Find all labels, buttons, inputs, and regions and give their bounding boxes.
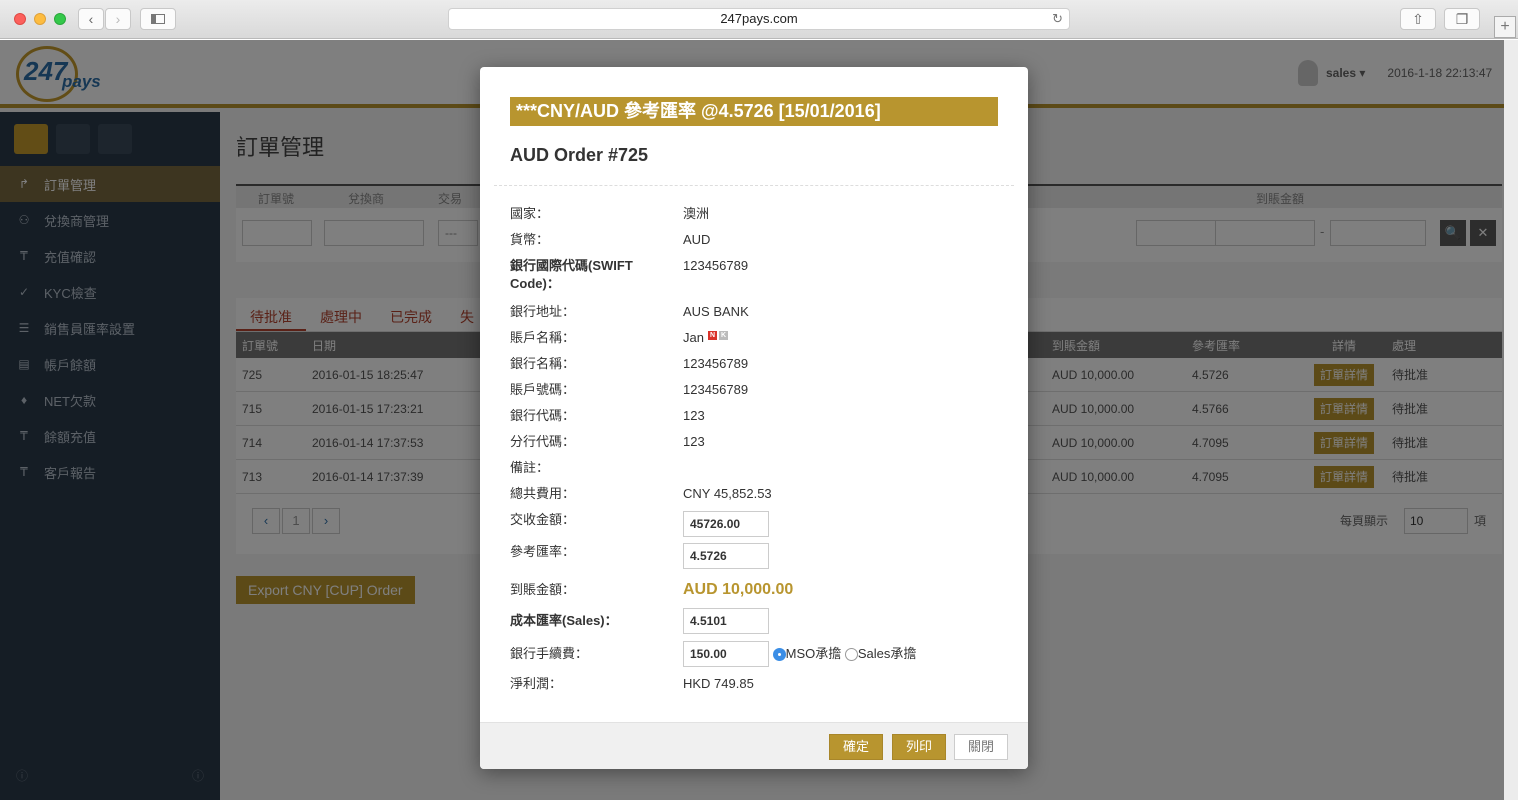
detail-row-credit-amount: 到賬金額： AUD 10,000.00 (510, 575, 1010, 605)
detail-row-bank-code: 銀行代碼： 123 (510, 407, 1010, 433)
detail-row-country: 國家： 澳洲 (510, 205, 1010, 231)
field-label: 銀行地址： (510, 304, 576, 319)
sidebar-toggle-button[interactable] (140, 8, 176, 30)
account-name-text: Jan (683, 330, 704, 345)
radio-sales-label: Sales承擔 (857, 646, 917, 661)
detail-row-bank-address: 銀行地址： AUS BANK (510, 303, 1010, 329)
detail-row-net-profit: 淨利潤： HKD 749.85 (510, 671, 1010, 697)
field-value: 123 (683, 408, 705, 423)
field-label: 淨利潤： (510, 676, 563, 691)
detail-row-cost-rate: 成本匯率(Sales)： 4.5101 (510, 605, 1010, 637)
window-close-button[interactable] (14, 13, 26, 25)
chevron-left-icon: ‹ (88, 11, 94, 27)
detail-row-branch-code: 分行代碼： 123 (510, 433, 1010, 459)
field-label: 成本匯率(Sales)： (510, 613, 618, 628)
credit-amount: AUD 10,000.00 (683, 581, 794, 598)
order-detail-modal: ***CNY/AUD 參考匯率 @4.5726 [15/01/2016] AUD… (480, 67, 1028, 769)
field-value (683, 459, 1010, 485)
detail-row-total-fee: 總共費用： CNY 45,852.53 (510, 485, 1010, 511)
field-value: 123 (683, 434, 705, 449)
field-value: 150.00 MSO承擔 Sales承擔 (683, 641, 1010, 667)
field-value: AUD (683, 232, 711, 247)
modal-footer: 確定 列印 關閉 (480, 722, 1028, 769)
field-value: CNY 45,852.53 (683, 486, 772, 501)
confirm-button[interactable]: 確定 (829, 734, 883, 760)
back-button[interactable]: ‹ (78, 8, 104, 30)
url-text: 247pays.com (720, 11, 798, 26)
field-value: 123456789 (683, 258, 749, 273)
close-button[interactable]: 關閉 (954, 734, 1008, 760)
detail-row-ref-rate: 參考匯率： 4.5726 (510, 543, 1010, 575)
detail-row-bank-name: 銀行名稱： 123456789 (510, 355, 1010, 381)
detail-row-swift: 銀行國際代碼(SWIFT Code)： 123456789 (510, 257, 1010, 303)
field-label: 到賬金額： (510, 582, 576, 597)
field-label: 銀行代碼： (510, 408, 576, 423)
print-button[interactable]: 列印 (892, 734, 946, 760)
detail-row-account-no: 賬戶號碼： 123456789 (510, 381, 1010, 407)
field-label: 交收金額： (510, 512, 576, 527)
field-label: 賬戶名稱： (510, 330, 576, 345)
radio-mso[interactable] (772, 648, 786, 662)
field-value: 4.5726 (683, 543, 1010, 575)
new-tab-button[interactable]: + (1494, 16, 1516, 38)
address-bar[interactable]: 247pays.com ↻ (448, 8, 1070, 30)
received-amount-input[interactable]: 45726.00 (683, 511, 769, 537)
plus-icon: + (1500, 18, 1510, 35)
field-label: 銀行手續費： (510, 646, 589, 661)
field-value: Jan N K (683, 329, 1010, 355)
cost-rate-input[interactable]: 4.5101 (683, 608, 769, 634)
share-button[interactable]: ⇧ (1400, 8, 1436, 30)
bank-fee-input[interactable]: 150.00 (683, 641, 769, 667)
field-value: 澳洲 (683, 206, 710, 221)
field-label: 國家： (510, 206, 550, 221)
order-details: 國家： 澳洲 貨幣： AUD 銀行國際代碼(SWIFT Code)： 12345… (510, 205, 1010, 697)
modal-title: AUD Order #725 (510, 145, 649, 165)
field-label: 賬戶號碼： (510, 382, 576, 397)
field-value: AUS BANK (683, 304, 749, 319)
field-value: 4.5101 (683, 608, 1010, 634)
detail-row-account-name: 賬戶名稱： Jan N K (510, 329, 1010, 355)
browser-toolbar: ‹ › 247pays.com ↻ ⇧ ❐ (0, 0, 1518, 39)
detail-row-received: 交收金額： 45726.00 (510, 511, 1010, 543)
modal-divider (494, 185, 1014, 186)
detail-row-currency: 貨幣： AUD (510, 231, 1010, 257)
detail-row-bank-fee: 銀行手續費： 150.00 MSO承擔 Sales承擔 (510, 637, 1010, 671)
field-label: 貨幣： (510, 232, 550, 247)
field-value: 123456789 (683, 382, 749, 397)
radio-sales[interactable] (844, 648, 858, 662)
field-label: 備註： (510, 460, 550, 475)
field-label: 銀行名稱： (510, 356, 576, 371)
sidebar-icon (151, 14, 165, 24)
rate-banner: ***CNY/AUD 參考匯率 @4.5726 [15/01/2016] (510, 97, 998, 126)
window-minimize-button[interactable] (34, 13, 46, 25)
radio-mso-label: MSO承擔 (785, 646, 842, 661)
reload-icon[interactable]: ↻ (1052, 9, 1063, 29)
badge-n-icon[interactable]: N (707, 331, 717, 340)
field-label: 總共費用： (510, 486, 576, 501)
tabs-icon: ❐ (1455, 10, 1469, 27)
window-maximize-button[interactable] (54, 13, 66, 25)
tabs-button[interactable]: ❐ (1444, 8, 1480, 30)
field-label: 參考匯率： (510, 544, 576, 559)
ref-rate-input[interactable]: 4.5726 (683, 543, 769, 569)
field-label: 分行代碼： (510, 434, 576, 449)
badge-k-icon[interactable]: K (718, 331, 728, 340)
chevron-right-icon: › (115, 11, 121, 27)
detail-row-remark: 備註： (510, 459, 1010, 485)
field-value: HKD 749.85 (683, 676, 754, 691)
field-label: 銀行國際代碼(SWIFT Code)： (510, 258, 633, 291)
field-value: 123456789 (683, 356, 749, 371)
scrollbar[interactable] (1504, 40, 1518, 800)
forward-button[interactable]: › (105, 8, 131, 30)
share-icon: ⇧ (1412, 10, 1424, 27)
field-value: 45726.00 (683, 511, 1010, 543)
